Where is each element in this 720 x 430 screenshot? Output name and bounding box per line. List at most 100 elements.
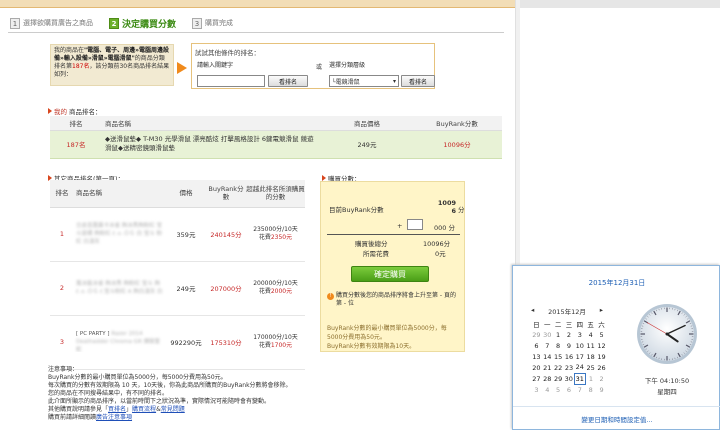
calendar-day[interactable]: 25 bbox=[585, 362, 596, 373]
calendar-day[interactable]: 31 bbox=[573, 372, 586, 385]
calendar-month[interactable]: 2015年12月 bbox=[548, 306, 586, 316]
row-rank: 1 bbox=[50, 207, 74, 262]
row-cost-label: 花費 bbox=[258, 288, 271, 295]
calendar-day[interactable]: 29 bbox=[553, 373, 564, 384]
calendar-day[interactable]: 23 bbox=[564, 362, 575, 373]
hint-2: BuyRank分數有效期限為10天。 bbox=[327, 343, 416, 350]
plus-sign: + bbox=[397, 222, 403, 230]
calendar-day[interactable]: 1 bbox=[553, 329, 564, 340]
calendar-day[interactable]: 26 bbox=[596, 362, 607, 373]
calendar-day[interactable]: 3 bbox=[531, 384, 542, 395]
calendar-day[interactable]: 16 bbox=[564, 351, 575, 362]
current-score-value-2: 6 bbox=[451, 207, 456, 215]
col-price: 商品價格 bbox=[322, 116, 412, 131]
calendar-day[interactable]: 7 bbox=[542, 340, 553, 351]
calendar-week: 3456789 bbox=[531, 384, 607, 395]
cost-value: 0元 bbox=[435, 250, 446, 258]
calendar-day[interactable]: 3 bbox=[574, 329, 585, 340]
note-line-ad: 購買前請詳細閱讀廣告注意事項 bbox=[48, 414, 348, 422]
calendar-day[interactable]: 21 bbox=[542, 362, 553, 373]
note-line-text: 其他購買說明請參見「 bbox=[48, 406, 109, 413]
calendar-day[interactable]: 20 bbox=[531, 362, 542, 373]
calendar-day[interactable]: 13 bbox=[531, 351, 542, 362]
calendar-day[interactable]: 4 bbox=[542, 384, 553, 395]
next-month-icon[interactable]: ▸ bbox=[600, 306, 603, 316]
calendar-day[interactable]: 1 bbox=[585, 373, 596, 384]
view-rank-category-button[interactable]: 看排名 bbox=[401, 75, 435, 87]
weekday-label: 六 bbox=[598, 320, 605, 329]
calendar-day[interactable]: 30 bbox=[564, 373, 575, 384]
calendar-day[interactable]: 2 bbox=[564, 329, 575, 340]
calendar-day[interactable]: 5 bbox=[553, 384, 564, 395]
calendar-day[interactable]: 2 bbox=[596, 373, 607, 384]
category-select[interactable]: └電競滑鼠 ▾ bbox=[329, 75, 399, 87]
step-indicator: 1 選擇欲購買廣告之商品 2 決定購買分數 3 購買完成 bbox=[10, 16, 233, 30]
purchase-note-text: 購買分數後您的商品排序將會上升至第 - 頁的第 - 位 bbox=[336, 292, 456, 307]
calendar-day[interactable]: 10 bbox=[574, 340, 585, 351]
calendar-day[interactable]: 7 bbox=[574, 384, 585, 395]
step-3: 3 購買完成 bbox=[192, 17, 234, 29]
current-score-value-1: 1009 bbox=[437, 199, 456, 207]
weekday-label: 一 bbox=[544, 320, 551, 329]
calendar-day[interactable]: 6 bbox=[564, 384, 575, 395]
calendar-day[interactable]: 4 bbox=[585, 329, 596, 340]
calendar-day[interactable]: 6 bbox=[531, 340, 542, 351]
calendar-day[interactable]: 19 bbox=[596, 351, 607, 362]
calendar-day[interactable]: 9 bbox=[596, 384, 607, 395]
calendar-day[interactable]: 30 bbox=[542, 329, 553, 340]
calendar-day[interactable]: 14 bbox=[542, 351, 553, 362]
calendar-day[interactable]: 5 bbox=[596, 329, 607, 340]
calendar-day[interactable]: 27 bbox=[531, 373, 542, 384]
calendar-day[interactable]: 22 bbox=[553, 362, 564, 373]
note-line-text: 購買前請詳細閱讀 bbox=[48, 414, 97, 421]
calendar-date-title[interactable]: 2015年12月31日 bbox=[513, 278, 720, 288]
my-price: 249元 bbox=[322, 130, 412, 159]
calendar-divider bbox=[513, 406, 720, 407]
step-1: 1 選擇欲購買廣告之商品 bbox=[10, 17, 93, 29]
row-name[interactable]: 旦皮吝匯羼卡冰雀 夠冰秀夠粉紅 宝斗鼠標 夠粉紅 ℓ.ｏ.ＯＧ 白 宝斗 粉紅 … bbox=[74, 207, 166, 262]
after-score-label: 購買後總分 bbox=[355, 240, 388, 248]
col-required: 超越此排名所須購買的分數 bbox=[246, 180, 305, 208]
row-required: 235000分/10天 花費2350元 bbox=[246, 207, 305, 262]
note-line: 每次購買的分數有效期限為 10 天，10天後，你為此商品所購買的BuyRank分… bbox=[48, 382, 292, 389]
calendar-day[interactable]: 8 bbox=[553, 340, 564, 351]
table-row: 2 萬冰能冰雀 夠冰秀 夠粉紅 宝斗 夠 ℓ.ｏ.ＯＧ ℓ.宝斗粉紅 A 夠白淺… bbox=[50, 261, 305, 316]
calendar-day[interactable]: 12 bbox=[596, 340, 607, 351]
search-title: 試試其他條件的排名： bbox=[195, 49, 260, 57]
step-1-label: 選擇欲購買廣告之商品 bbox=[23, 19, 93, 27]
or-label: 或 bbox=[316, 64, 323, 71]
buy-rank-link[interactable]: 買排名 bbox=[108, 406, 126, 413]
search-panel: 試試其他條件的排名： 請輸入關鍵字 或 選擇分類層級 看排名 └電競滑鼠 ▾ 看排… bbox=[191, 43, 435, 89]
keyword-label: 請輸入關鍵字 bbox=[197, 62, 234, 69]
calendar-day[interactable]: 18 bbox=[585, 351, 596, 362]
change-datetime-settings-link[interactable]: 變更日期和時間設定值... bbox=[513, 414, 720, 424]
purchase-panel: 目前BuyRank分數 1009 6 分 + 000 分 購買後總分 10096分… bbox=[320, 181, 465, 352]
category-select-value: └電競滑鼠 bbox=[332, 78, 360, 86]
ad-notice-link[interactable]: 廣告注意事項 bbox=[96, 414, 132, 421]
calendar-day[interactable]: 29 bbox=[531, 329, 542, 340]
calendar-day[interactable]: 9 bbox=[564, 340, 575, 351]
my-product-name: ◆送滑鼠墊◆ T-M30 光學滑鼠 漂亮酷炫 打擊風格設計 6鍵電競滑鼠 競遊 … bbox=[102, 130, 322, 159]
add-score-input[interactable] bbox=[407, 219, 423, 230]
calendar-day[interactable]: 28 bbox=[542, 373, 553, 384]
step-3-label: 購買完成 bbox=[205, 19, 234, 27]
row-price: 249元 bbox=[166, 261, 206, 316]
prev-month-icon[interactable]: ◂ bbox=[531, 306, 534, 316]
view-rank-button[interactable]: 看排名 bbox=[268, 75, 308, 87]
row-name[interactable]: 萬冰能冰雀 夠冰秀 夠粉紅 宝斗 夠 ℓ.ｏ.ＯＧ ℓ.宝斗粉紅 A 夠白淺灰 … bbox=[74, 261, 166, 316]
calendar-day[interactable]: 15 bbox=[553, 351, 564, 362]
calendar-day[interactable]: 17 bbox=[574, 351, 585, 362]
top-bar bbox=[0, 0, 516, 8]
score-unit: 分 bbox=[458, 206, 465, 214]
row-cost: 1700元 bbox=[270, 342, 293, 349]
confirm-purchase-button[interactable]: 確定購買 bbox=[351, 266, 429, 282]
weekday-label: 二 bbox=[554, 320, 562, 329]
row-name-text: 旦皮吝匯羼卡冰雀 夠冰秀夠粉紅 宝斗鼠標 夠粉紅 ℓ.ｏ.ＯＧ 白 宝斗 粉紅 … bbox=[76, 223, 163, 245]
keyword-input[interactable] bbox=[197, 75, 265, 87]
faq-link[interactable]: 常見問題 bbox=[161, 406, 185, 413]
purchase-flow-link[interactable]: 購買流程 bbox=[132, 406, 156, 413]
weekday-label: 日 bbox=[533, 320, 540, 329]
calendar-day[interactable]: 11 bbox=[585, 340, 596, 351]
calendar-day[interactable]: 24 bbox=[574, 362, 585, 373]
calendar-day[interactable]: 8 bbox=[585, 384, 596, 395]
